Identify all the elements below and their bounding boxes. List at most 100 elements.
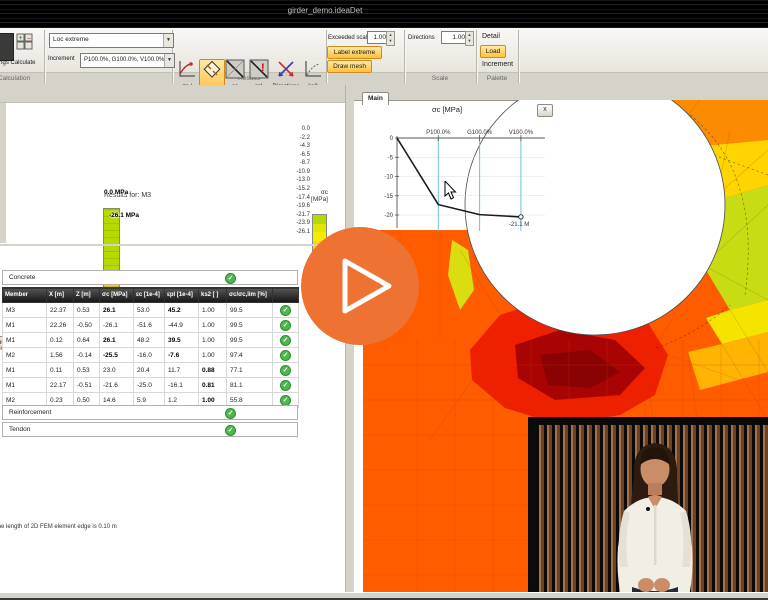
presenter-video[interactable] bbox=[528, 417, 768, 600]
increment-dropdown[interactable]: P100.0%, G100.0%, V100.0% ▼ bbox=[80, 53, 175, 68]
table-cell: 97.4 bbox=[226, 347, 273, 363]
palette-item-detail[interactable]: Detail bbox=[480, 31, 520, 42]
legend-value: -19.6 bbox=[296, 203, 310, 210]
legend-value: -17.4 bbox=[296, 194, 310, 201]
ks2-icon bbox=[303, 59, 323, 79]
table-cell: 53.0 bbox=[133, 302, 165, 318]
table-cell: -0.50 bbox=[73, 317, 100, 333]
legend-value: -2.2 bbox=[299, 134, 310, 141]
palette-item-load[interactable]: Load bbox=[480, 45, 506, 58]
directions-scale-label: Directions bbox=[408, 35, 435, 41]
table-cell: M1 bbox=[2, 362, 47, 378]
column-header[interactable]: εc [1e-4] bbox=[133, 287, 165, 303]
legend-value: 0.0 bbox=[301, 126, 310, 132]
reinforcement-section-bar[interactable]: Reinforcement ✓ bbox=[2, 405, 298, 420]
ribbon-divider bbox=[404, 30, 405, 83]
directions-scale-spinner[interactable]: ▲ ▼ bbox=[465, 31, 474, 46]
table-cell: 77.1 bbox=[226, 362, 273, 378]
palette-item-increment[interactable]: Increment bbox=[480, 59, 520, 70]
tendon-section-bar[interactable]: Tendon ✓ bbox=[2, 422, 298, 437]
chart-title: σc [MPa] bbox=[432, 105, 462, 114]
sigma-c-icon bbox=[202, 60, 222, 80]
play-icon bbox=[342, 258, 392, 314]
chart-ytick-label: 0 bbox=[390, 136, 394, 142]
table-row[interactable]: M3 22.37 0.53 26.1 53.0 45.2 1.00 99.5 ✓ bbox=[2, 302, 299, 318]
calculate-icon[interactable]: + − bbox=[16, 33, 33, 50]
table-cell: 99.5 bbox=[226, 302, 273, 318]
column-header[interactable]: Member bbox=[2, 287, 47, 303]
group-label-palette: Palette bbox=[486, 75, 508, 82]
left-panel-header bbox=[0, 85, 345, 103]
table-cell: 0.81 bbox=[198, 377, 227, 393]
reinforcement-section-label: Reinforcement bbox=[9, 409, 52, 416]
exceeded-scale-label: Exceeded scale bbox=[328, 35, 371, 41]
table-cell: M2 bbox=[2, 347, 47, 363]
table-row[interactable]: M1 0.11 0.53 23.0 20.4 11.7 0.88 77.1 ✓ bbox=[2, 362, 299, 378]
increment-value: P100.0%, G100.0%, V100.0% bbox=[84, 57, 165, 63]
column-header[interactable]: σc/σc,lim [%] bbox=[226, 287, 273, 303]
column-header[interactable]: σc [MPa] bbox=[99, 287, 134, 303]
loc-extreme-dropdown[interactable]: Loc extreme ▼ bbox=[49, 33, 174, 48]
concrete-section-bar[interactable]: Concrete ✓ bbox=[2, 270, 298, 285]
presenter-person bbox=[617, 443, 693, 600]
settings-icon[interactable] bbox=[0, 33, 14, 61]
legend-value: -6.5 bbox=[299, 151, 310, 158]
table-cell: 48.2 bbox=[133, 332, 165, 348]
column-header[interactable]: εpl [1e-4] bbox=[164, 287, 199, 303]
table-cell: M1 bbox=[2, 317, 47, 333]
calculate-button-label[interactable]: Calculate bbox=[2, 60, 44, 66]
chart-end-marker bbox=[518, 214, 524, 220]
svg-text:+: + bbox=[19, 35, 23, 42]
table-row[interactable]: M1 22.26 -0.50 -26.1 -51.6 -44.9 1.00 99.5 ✓ bbox=[2, 317, 299, 333]
results-table: Member X [m] Z [m] σc [MPa] εc [1e-4] εpl [1e… bbox=[2, 287, 299, 408]
label-extreme-button[interactable]: Label extreme bbox=[327, 46, 382, 59]
title-bar: girder_demo.ideaDet bbox=[0, 0, 768, 28]
chevron-down-icon[interactable]: ▼ bbox=[164, 54, 174, 67]
panel-splitter[interactable] bbox=[0, 244, 345, 246]
chart-xtick-label: V100.0% bbox=[509, 130, 534, 136]
bar-zero-label: 0.0 MPa bbox=[104, 189, 129, 196]
check-icon: ✓ bbox=[280, 349, 291, 361]
table-cell: 0.12 bbox=[46, 332, 74, 348]
table-cell: 0.11 bbox=[46, 362, 74, 378]
tendon-section-label: Tendon bbox=[9, 426, 31, 433]
column-header[interactable] bbox=[272, 287, 299, 303]
close-icon[interactable]: x bbox=[537, 104, 553, 117]
play-button[interactable] bbox=[301, 227, 419, 345]
column-header[interactable]: ks2 [ ] bbox=[198, 287, 227, 303]
draw-mesh-button[interactable]: Draw mesh bbox=[327, 60, 372, 73]
table-cell: 81.1 bbox=[226, 377, 273, 393]
table-cell: 26.1 bbox=[99, 302, 134, 318]
legend-value: -8.7 bbox=[299, 160, 310, 167]
column-header[interactable]: Z [m] bbox=[73, 287, 100, 303]
table-row[interactable]: M1 0.12 0.64 26.1 48.2 39.5 1.00 99.5 ✓ bbox=[2, 332, 299, 348]
table-cell: -16.1 bbox=[164, 377, 199, 393]
concrete-section-label: Concrete bbox=[9, 274, 36, 281]
chevron-down-icon[interactable]: ▼ bbox=[163, 34, 173, 47]
legend-value: -23.9 bbox=[296, 220, 310, 227]
bar-min-label: -26.1 MPa bbox=[109, 212, 139, 219]
directions-scale-input[interactable]: 1.00 bbox=[441, 31, 468, 44]
table-row[interactable]: M2 1.56 -0.14 -25.5 -16.0 -7.6 1.00 97.4 ✓ bbox=[2, 347, 299, 363]
status-cell: ✓ bbox=[272, 347, 299, 363]
table-row[interactable]: M1 22.17 -0.51 -21.6 -25.0 -16.1 0.81 81.1 ✓ bbox=[2, 377, 299, 393]
table-cell: -7.6 bbox=[164, 347, 199, 363]
column-header[interactable]: X [m] bbox=[46, 287, 74, 303]
chart-ytick-label: -20 bbox=[384, 213, 393, 219]
increment-label: Increment bbox=[48, 56, 75, 62]
eps-c-icon bbox=[225, 59, 245, 79]
status-cell: ✓ bbox=[272, 362, 299, 378]
table-cell: 0.88 bbox=[198, 362, 227, 378]
table-cell: 0.53 bbox=[73, 302, 100, 318]
app-window: girder_demo.ideaDet Calculation Results … bbox=[0, 0, 768, 600]
check-icon: ✓ bbox=[280, 394, 291, 406]
table-cell: 20.4 bbox=[133, 362, 165, 378]
status-cell: ✓ bbox=[272, 377, 299, 393]
eps-pl-icon: ! bbox=[249, 59, 269, 79]
table-cell: -25.5 bbox=[99, 347, 134, 363]
exceeded-scale-spinner[interactable]: ▲ ▼ bbox=[386, 31, 395, 46]
stress-history-chart: σc [MPa] 0 -5 -10 -15 -20 P100.0% G100.0% V100.0… bbox=[384, 105, 545, 231]
table-cell: 1.56 bbox=[46, 347, 74, 363]
table-cell: 0.53 bbox=[73, 362, 100, 378]
table-cell: M3 bbox=[2, 302, 47, 318]
